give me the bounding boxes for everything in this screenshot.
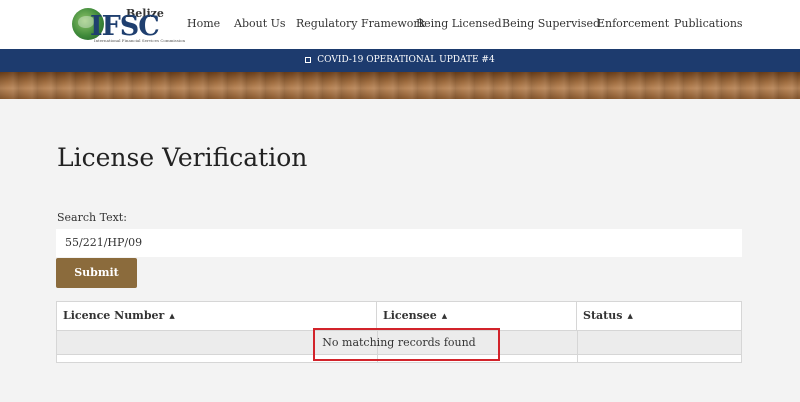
- square-icon: [305, 56, 312, 63]
- page-title: License Verification: [57, 143, 308, 172]
- highlight-box: [313, 328, 500, 361]
- wood-banner: [0, 72, 800, 99]
- logo-tagline: International Financial Services Commiss…: [94, 38, 186, 43]
- column-divider: [577, 355, 578, 363]
- announcement-bar[interactable]: COVID-19 OPERATIONAL UPDATE #4: [0, 49, 800, 72]
- search-label: Search Text:: [57, 211, 127, 224]
- submit-button[interactable]: Submit: [56, 258, 137, 288]
- search-input[interactable]: 55/221/HP/09: [56, 229, 742, 257]
- sort-up-icon: ▲: [441, 311, 448, 320]
- nav-item-enforcement[interactable]: Enforcement: [597, 17, 669, 30]
- announcement-text: COVID-19 OPERATIONAL UPDATE #4: [317, 55, 495, 65]
- site-header: Belize IFSC International Financial Serv…: [0, 0, 800, 49]
- column-header-licensee[interactable]: Licensee ▲: [377, 302, 577, 330]
- nav-item-about-us[interactable]: About Us: [234, 17, 286, 30]
- column-header-label: Status: [583, 309, 623, 322]
- nav-item-regulatory-framework[interactable]: Regulatory Framework: [296, 17, 425, 30]
- ifsc-logo[interactable]: Belize IFSC International Financial Serv…: [70, 5, 185, 45]
- sort-up-icon: ▲: [627, 311, 633, 320]
- sort-up-icon: ▲: [169, 311, 175, 320]
- nav-item-publications[interactable]: Publications: [674, 17, 743, 30]
- nav-item-home[interactable]: Home: [187, 17, 220, 30]
- column-header-licence-number[interactable]: Licence Number ▲: [57, 302, 377, 330]
- nav-item-being-licensed[interactable]: Being Licensed: [416, 17, 502, 30]
- column-header-label: Licence Number: [63, 309, 165, 322]
- nav-item-being-supervised[interactable]: Being Supervised: [502, 17, 600, 30]
- column-header-label: Licensee: [383, 309, 437, 322]
- column-header-status[interactable]: Status ▲: [577, 302, 741, 330]
